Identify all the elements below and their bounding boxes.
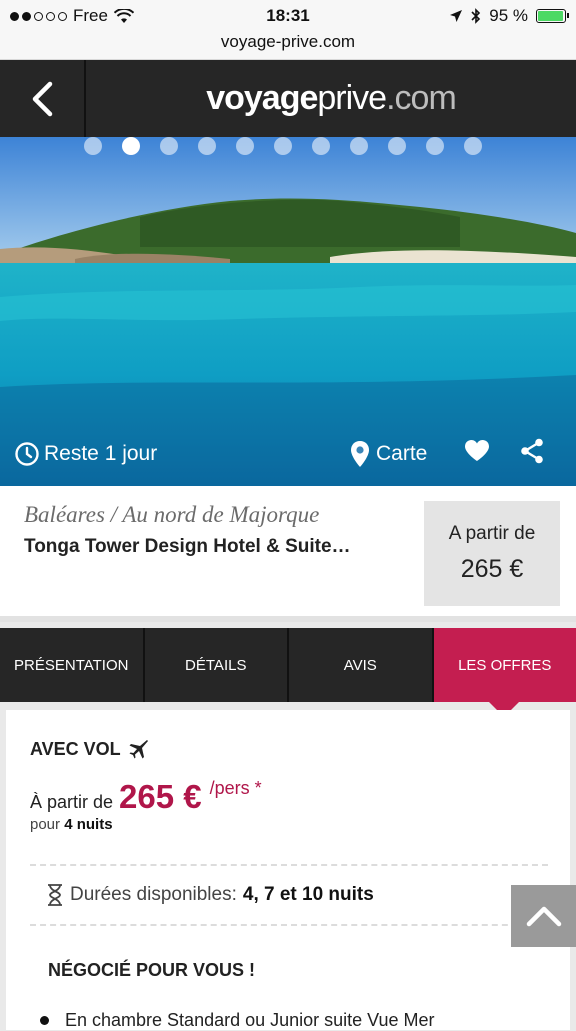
time-remaining-label: Reste 1 jour bbox=[44, 442, 157, 466]
nights-info: pour 4 nuits bbox=[30, 816, 113, 833]
heart-icon bbox=[464, 439, 490, 463]
map-pin-icon bbox=[350, 440, 370, 468]
location-arrow-icon bbox=[449, 9, 463, 23]
tab-reviews[interactable]: AVIS bbox=[289, 628, 434, 702]
battery-icon bbox=[536, 9, 566, 23]
pager-dot[interactable] bbox=[464, 137, 482, 155]
url-bar[interactable]: voyage-prive.com bbox=[0, 32, 576, 60]
price-amount: 265 € bbox=[119, 778, 202, 816]
app-header: voyageprive.com bbox=[0, 60, 576, 137]
time-remaining: Reste 1 jour bbox=[14, 441, 157, 467]
list-item: En chambre Standard ou Junior suite Vue … bbox=[40, 1010, 435, 1031]
favorite-button[interactable] bbox=[464, 439, 490, 469]
price-box-value: 265 € bbox=[424, 555, 560, 584]
pager-dot-active[interactable] bbox=[122, 137, 140, 155]
pager-dot[interactable] bbox=[312, 137, 330, 155]
battery-percent: 95 % bbox=[489, 6, 528, 26]
bluetooth-icon bbox=[471, 8, 481, 24]
hero-gallery[interactable]: Reste 1 jour Carte bbox=[0, 137, 576, 486]
hotel-name: Tonga Tower Design Hotel & Suite… bbox=[24, 536, 351, 558]
gallery-pager[interactable] bbox=[84, 137, 482, 153]
flight-included-heading: AVEC VOL bbox=[30, 738, 149, 760]
scroll-to-top-button[interactable] bbox=[511, 885, 576, 947]
share-button[interactable] bbox=[520, 438, 544, 470]
hero-photo bbox=[0, 137, 576, 486]
chevron-up-icon bbox=[526, 905, 562, 927]
negotiated-heading: NÉGOCIÉ POUR VOUS ! bbox=[48, 960, 255, 981]
clock-icon bbox=[14, 441, 40, 467]
tab-bar: PRÉSENTATION DÉTAILS AVIS LES OFFRES bbox=[0, 628, 576, 702]
status-bar: Free 18:31 95 % bbox=[0, 0, 576, 32]
pager-dot[interactable] bbox=[198, 137, 216, 155]
tab-offers[interactable]: LES OFFRES bbox=[434, 628, 576, 702]
pager-dot[interactable] bbox=[84, 137, 102, 155]
airplane-icon bbox=[127, 738, 149, 760]
price-from: À partir de 265 € /pers * bbox=[30, 778, 262, 816]
pager-dot[interactable] bbox=[350, 137, 368, 155]
price-per-person: /pers * bbox=[210, 778, 262, 799]
tab-details[interactable]: DÉTAILS bbox=[145, 628, 290, 702]
back-button[interactable] bbox=[0, 60, 86, 137]
destination-region: Baléares / Au nord de Majorque bbox=[24, 502, 319, 528]
share-icon bbox=[520, 438, 544, 464]
pager-dot[interactable] bbox=[426, 137, 444, 155]
price-box-label: A partir de bbox=[424, 523, 560, 545]
pager-dot[interactable] bbox=[274, 137, 292, 155]
offers-panel: AVEC VOL À partir de 265 € /pers * pour … bbox=[6, 710, 570, 1030]
divider bbox=[30, 864, 548, 866]
url-text: voyage-prive.com bbox=[221, 32, 355, 51]
durations-available: Durées disponibles: 4, 7 et 10 nuits bbox=[46, 884, 374, 906]
pager-dot[interactable] bbox=[160, 137, 178, 155]
map-label: Carte bbox=[376, 442, 427, 466]
chevron-left-icon bbox=[31, 81, 53, 117]
price-box: A partir de 265 € bbox=[424, 501, 560, 606]
tab-presentation[interactable]: PRÉSENTATION bbox=[0, 628, 145, 702]
divider bbox=[30, 924, 548, 926]
map-button[interactable]: Carte bbox=[350, 440, 427, 468]
hourglass-icon bbox=[46, 884, 64, 906]
logo[interactable]: voyageprive.com bbox=[86, 60, 576, 137]
pager-dot[interactable] bbox=[236, 137, 254, 155]
offer-summary: Baléares / Au nord de Majorque Tonga Tow… bbox=[0, 486, 576, 622]
pager-dot[interactable] bbox=[388, 137, 406, 155]
